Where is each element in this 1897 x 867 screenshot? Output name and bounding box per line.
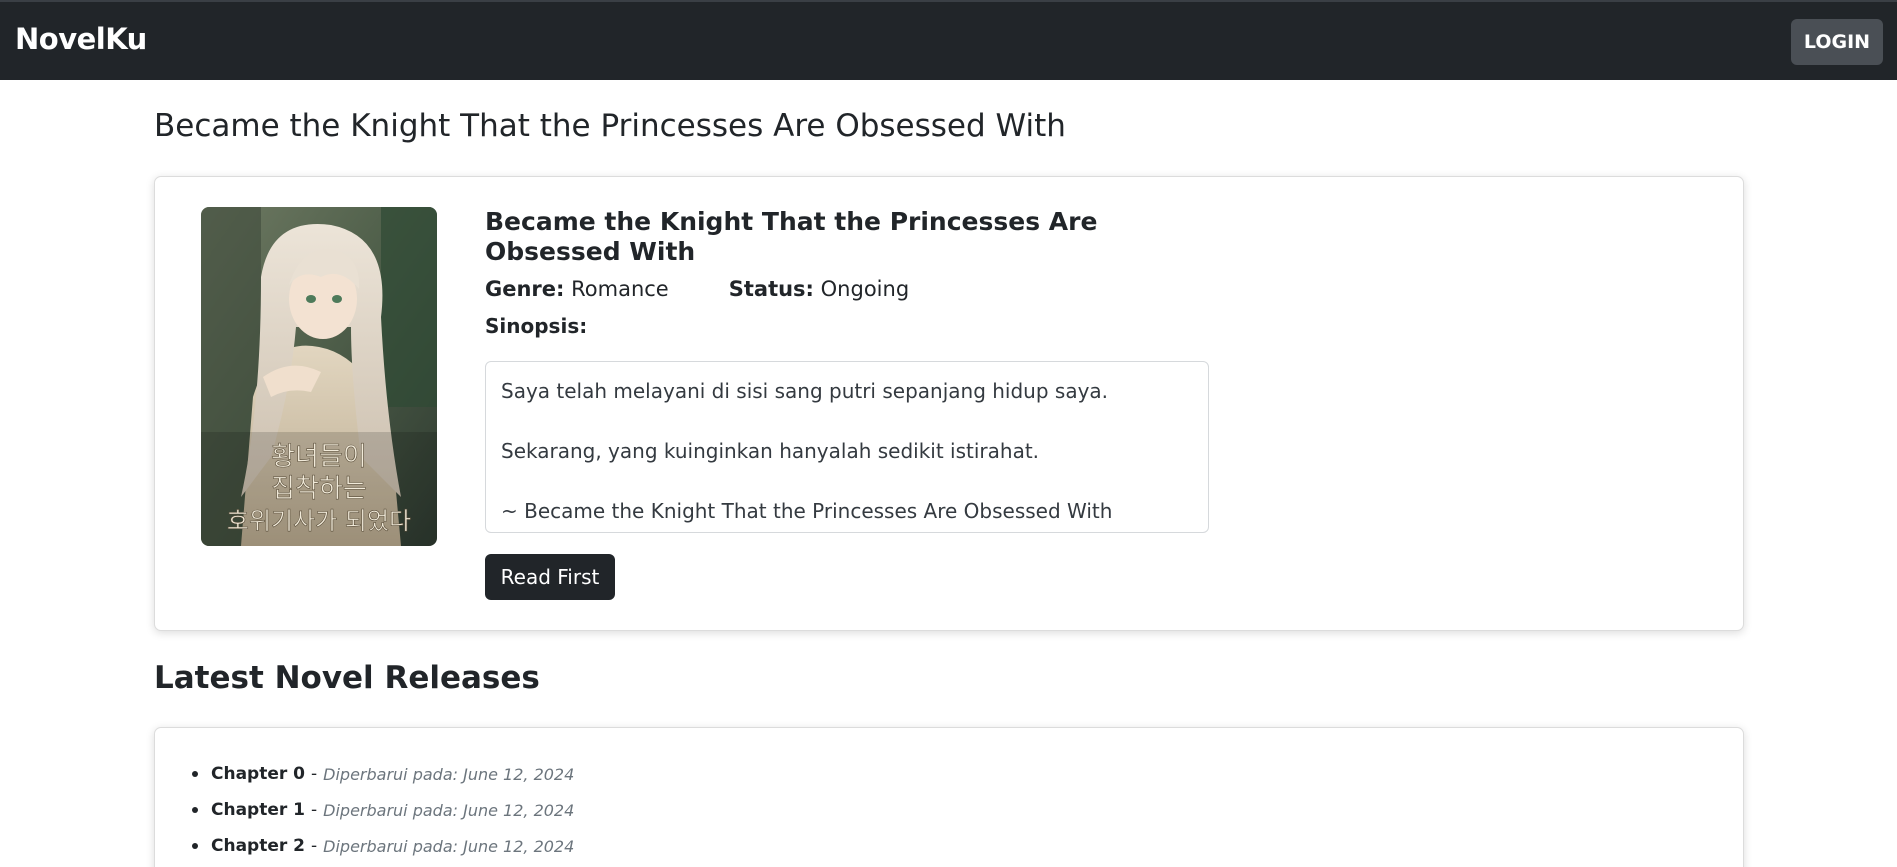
novel-detail-card: 황녀들이 집착하는 호위기사가 되었다 Became the Knight Th…: [154, 176, 1744, 631]
status-info: Status: Ongoing: [729, 277, 909, 301]
sinopsis-line: ~ Became the Knight That the Princesses …: [501, 499, 1113, 523]
sinopsis-line: Saya telah melayani di sisi sang putri s…: [501, 379, 1109, 403]
navbar: NovelKu LOGIN: [0, 0, 1897, 80]
chapter-date: Diperbarui pada: June 12, 2024: [323, 836, 575, 856]
chapter-date: Diperbarui pada: June 12, 2024: [323, 764, 575, 784]
novel-title: Became the Knight That the Princesses Ar…: [485, 207, 1098, 266]
sinopsis-box[interactable]: Saya telah melayani di sisi sang putri s…: [485, 361, 1209, 533]
list-item: Chapter 0 - Diperbarui pada: June 12, 20…: [191, 756, 574, 792]
chapter-separator: -: [311, 800, 318, 820]
chapter-separator: -: [311, 764, 318, 784]
genre-value: Romance: [571, 277, 669, 301]
read-first-button[interactable]: Read First: [485, 554, 615, 600]
chapter-link[interactable]: Chapter 2: [211, 836, 305, 856]
novel-meta: Genre: Romance Status: Ongoing: [485, 277, 909, 301]
list-item: Chapter 1 - Diperbarui pada: June 12, 20…: [191, 792, 574, 828]
latest-releases-title: Latest Novel Releases: [154, 660, 540, 696]
novel-cover-image: 황녀들이 집착하는 호위기사가 되었다: [201, 207, 437, 546]
svg-text:황녀들이: 황녀들이: [271, 442, 367, 472]
sinopsis-label: Sinopsis:: [485, 314, 588, 338]
genre-info: Genre: Romance: [485, 277, 669, 301]
chapter-link[interactable]: Chapter 1: [211, 800, 305, 820]
chapter-separator: -: [311, 836, 318, 856]
login-button[interactable]: LOGIN: [1791, 19, 1883, 65]
brand-logo[interactable]: NovelKu: [15, 22, 147, 56]
svg-text:집착하는: 집착하는: [271, 474, 367, 504]
status-value: Ongoing: [820, 277, 910, 301]
chapter-list-card: Chapter 0 - Diperbarui pada: June 12, 20…: [154, 727, 1744, 867]
genre-label: Genre:: [485, 277, 565, 301]
chapter-date: Diperbarui pada: June 12, 2024: [323, 800, 575, 820]
chapter-list: Chapter 0 - Diperbarui pada: June 12, 20…: [191, 756, 574, 864]
svg-text:호위기사가 되었다: 호위기사가 되었다: [227, 507, 411, 535]
chapter-link[interactable]: Chapter 0: [211, 764, 305, 784]
status-label: Status:: [728, 277, 814, 301]
page-title: Became the Knight That the Princesses Ar…: [154, 108, 1066, 144]
list-item: Chapter 2 - Diperbarui pada: June 12, 20…: [191, 828, 574, 864]
sinopsis-line: Sekarang, yang kuinginkan hanyalah sedik…: [501, 439, 1040, 463]
